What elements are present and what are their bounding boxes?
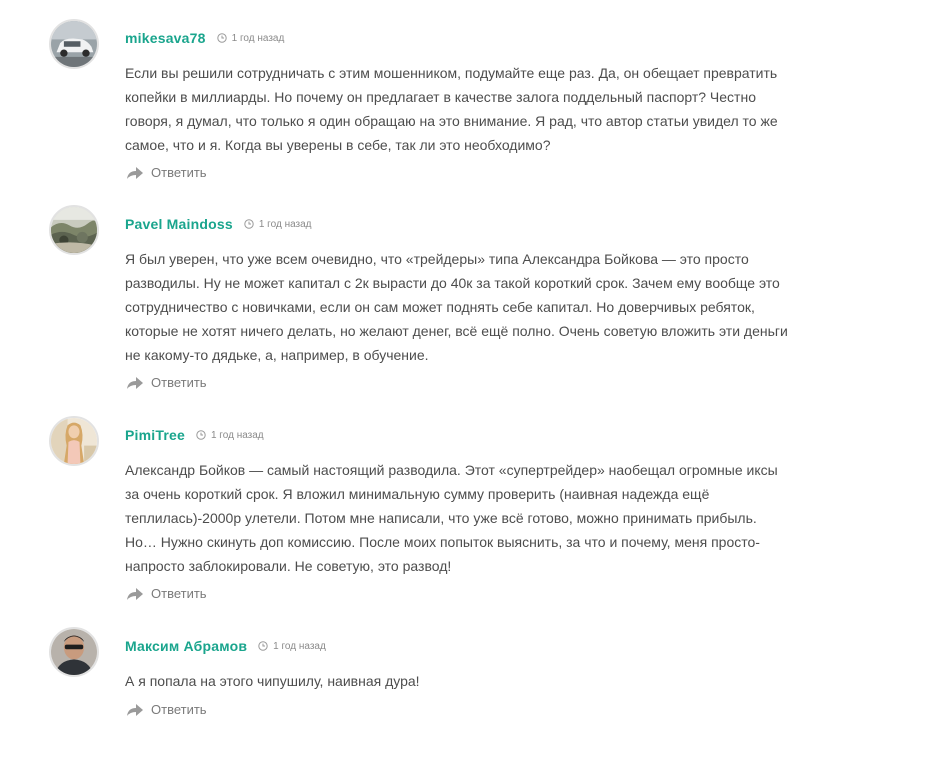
reply-label: Ответить <box>151 165 207 180</box>
comment-text-line: напросто заблокировали. Не советую, это … <box>125 558 452 574</box>
comment-text: Я был уверен, что уже всем очевидно, что… <box>125 247 805 367</box>
comment-text-line: теплилась)-2000р улетели. Потом мне напи… <box>125 510 757 526</box>
comment-text: Если вы решили сотрудничать с этим мошен… <box>125 61 805 157</box>
comment-author-link[interactable]: mikesava78 <box>125 30 206 46</box>
clock-icon <box>244 219 254 229</box>
comment-date: 1 год назад <box>258 641 326 652</box>
comment-author-link[interactable]: Pavel Maindoss <box>125 216 233 232</box>
comment-text-line: которые не хотят ничего делать, но желаю… <box>125 323 788 339</box>
comment-text: Александр Бойков — самый настоящий разво… <box>125 458 805 578</box>
comment-text-line: самое, что и я. Когда вы уверены в себе,… <box>125 137 551 153</box>
comment-author-link[interactable]: PimiTree <box>125 427 185 443</box>
reply-label: Ответить <box>151 702 207 717</box>
clock-icon <box>216 33 227 43</box>
comment-text-line: Если вы решили сотрудничать с этим мошен… <box>125 65 778 81</box>
comment-text-line: Но… Нужно скинуть доп комиссию. После мо… <box>125 534 760 550</box>
comment-text-line: говоря, я думал, что только я один обращ… <box>125 113 778 129</box>
comment-author-link[interactable]: Максим Абрамов <box>125 638 247 654</box>
reply-button[interactable]: Ответить <box>126 702 207 717</box>
reply-arrow-icon <box>127 587 143 600</box>
comment-date: 1 год назад <box>196 430 264 441</box>
car-photo-avatar[interactable] <box>49 19 99 69</box>
comment-item: mikesava78 1 год назад Если вы решили со… <box>0 19 949 187</box>
reply-arrow-icon <box>127 376 143 389</box>
comment-date: 1 год назад <box>216 32 285 44</box>
comment-text-line: копейки в миллиарды. Но почему он предла… <box>125 89 756 105</box>
comment-date: 1 год назад <box>244 219 312 230</box>
reply-button[interactable]: Ответить <box>126 375 207 390</box>
comment-text-line: А я попала на этого чипушилу, наивная ду… <box>125 673 420 689</box>
comment-text-line: сотрудничество с новичками, если он сам … <box>125 299 755 315</box>
comment-text-line: разводилы. Ну не может капитал с 2к выра… <box>125 275 780 291</box>
comment-item: PimiTree 1 год назад Александр Бойков — … <box>0 416 949 606</box>
reply-label: Ответить <box>151 586 207 601</box>
comment-date-text: 1 год назад <box>258 218 312 230</box>
reply-button[interactable]: Ответить <box>126 586 207 601</box>
comment-item: Максим Абрамов 1 год назад А я попала на… <box>0 627 949 727</box>
comment-date-text: 1 год назад <box>273 640 326 652</box>
landscape-photo-avatar[interactable] <box>49 205 99 255</box>
comment-text-line: Александр Бойков — самый настоящий разво… <box>125 462 778 478</box>
woman-photo-avatar[interactable] <box>49 416 99 466</box>
man-photo-avatar[interactable] <box>49 627 99 677</box>
comment-date-text: 1 год назад <box>231 32 285 44</box>
comment-date-text: 1 год назад <box>210 429 264 441</box>
comment-text-line: за очень короткий срок. Я вложил минимал… <box>125 486 710 502</box>
clock-icon <box>258 641 268 651</box>
comment-item: Pavel Maindoss 1 год назад Я был уверен,… <box>0 205 949 395</box>
reply-button[interactable]: Ответить <box>126 165 207 180</box>
comment-text-line: не какому-то дядьке, а, например, в обуч… <box>125 347 429 363</box>
reply-arrow-icon <box>127 703 143 716</box>
clock-icon <box>196 430 206 440</box>
comments-list: mikesava78 1 год назад Если вы решили со… <box>0 0 949 771</box>
comment-text-line: Я был уверен, что уже всем очевидно, что… <box>125 251 749 267</box>
reply-arrow-icon <box>127 166 143 179</box>
reply-label: Ответить <box>151 375 207 390</box>
comment-text: А я попала на этого чипушилу, наивная ду… <box>125 669 805 693</box>
